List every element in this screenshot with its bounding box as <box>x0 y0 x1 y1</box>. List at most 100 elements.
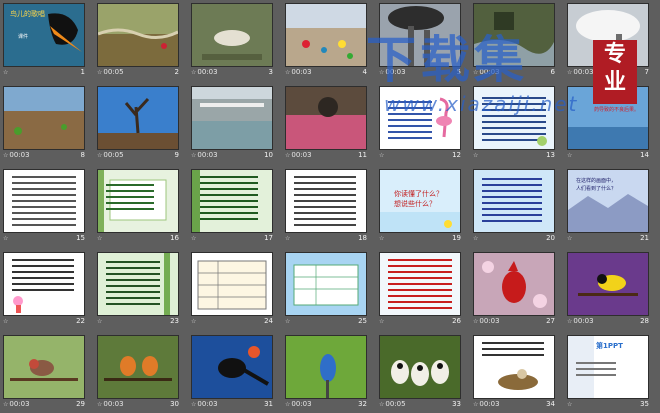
slide-preview-image <box>285 86 367 150</box>
slide-transition-timing: ☆00:03 <box>285 400 312 408</box>
slide-thumbnail[interactable]: ☆ 17 <box>189 167 283 247</box>
slide-transition-timing: ☆00:05 <box>97 151 124 159</box>
slide-transition-timing: ☆ <box>379 151 385 159</box>
slide-timing: 00:03 <box>9 400 30 408</box>
slide-thumbnail[interactable]: ☆00:03 7 <box>565 1 659 81</box>
svg-text:你读懂了什么？: 你读懂了什么？ <box>394 189 443 198</box>
slide-number: 34 <box>546 400 555 408</box>
slide-thumbnail[interactable]: ☆00:05 33 <box>377 333 471 413</box>
slide-preview-image <box>379 86 461 150</box>
slide-thumbnail[interactable]: ☆ 24 <box>189 250 283 330</box>
slide-transition-timing: ☆00:03 <box>285 151 312 159</box>
transition-star-icon: ☆ <box>97 235 103 242</box>
slide-preview-image <box>97 169 179 233</box>
slide-transition-timing: ☆ <box>285 234 291 242</box>
slide-number: 7 <box>644 68 649 76</box>
slide-number: 21 <box>640 234 649 242</box>
slide-thumbnail[interactable]: ☆00:03 32 <box>283 333 377 413</box>
slide-thumbnail[interactable]: ☆00:05 9 <box>95 84 189 164</box>
transition-star-icon: ☆ <box>473 235 479 242</box>
slide-preview-image: 第1PPT <box>567 335 649 399</box>
transition-star-icon: ☆ <box>473 318 479 325</box>
transition-star-icon: ☆ <box>3 152 9 159</box>
transition-star-icon: ☆ <box>285 235 291 242</box>
transition-star-icon: ☆ <box>379 235 385 242</box>
slide-thumbnail[interactable]: ☆00:03 11 <box>283 84 377 164</box>
slide-thumbnail[interactable]: 第1PPT ☆ 35 <box>565 333 659 413</box>
slide-thumbnail[interactable]: ☆ 25 <box>283 250 377 330</box>
slide-number: 20 <box>546 234 555 242</box>
slide-thumbnail[interactable]: ☆ 18 <box>283 167 377 247</box>
slide-number: 8 <box>80 151 85 159</box>
slide-thumbnail[interactable]: ☆ 26 <box>377 250 471 330</box>
slide-timing: 00:03 <box>291 151 312 159</box>
slide-preview-image: 生活中使用农 药导致的不良后果。 <box>567 86 649 150</box>
slide-preview-image <box>191 169 273 233</box>
slide-preview-image: 在这样的画面中， 人们看到了什么？ <box>567 169 649 233</box>
transition-star-icon: ☆ <box>3 401 9 408</box>
slide-transition-timing: ☆ <box>3 68 9 76</box>
slide-thumbnail[interactable]: ☆ 20 <box>471 167 565 247</box>
slide-thumbnail[interactable]: 在这样的画面中， 人们看到了什么？ ☆ 21 <box>565 167 659 247</box>
slide-transition-timing: ☆ <box>379 234 385 242</box>
slide-transition-timing: ☆ <box>567 234 573 242</box>
slide-timing: 00:03 <box>291 400 312 408</box>
slide-transition-timing: ☆00:03 <box>191 68 218 76</box>
slide-timing: 00:05 <box>103 68 124 76</box>
svg-text:生活中使用农: 生活中使用农 <box>594 98 624 105</box>
slide-thumbnail[interactable]: ☆00:05 2 <box>95 1 189 81</box>
slide-thumbnail[interactable]: ☆00:03 6 <box>471 1 565 81</box>
slide-transition-timing: ☆ <box>379 317 385 325</box>
slide-thumbnail[interactable]: ☆ 23 <box>95 250 189 330</box>
slide-number: 23 <box>170 317 179 325</box>
slide-thumbnail[interactable]: ☆00:03 34 <box>471 333 565 413</box>
slide-sorter-grid: 鸟儿的歌唱 课件 ☆ 1 ☆00:05 2 ☆00:03 3 ☆00:03 4 ☆00:03 5 ☆00… <box>0 0 660 410</box>
slide-thumbnail[interactable]: ☆ 12 <box>377 84 471 164</box>
svg-text:药导致的不良后果。: 药导致的不良后果。 <box>594 106 639 113</box>
slide-preview-image <box>285 252 367 316</box>
slide-thumbnail[interactable]: ☆00:03 29 <box>1 333 95 413</box>
slide-thumbnail[interactable]: ☆00:03 10 <box>189 84 283 164</box>
transition-star-icon: ☆ <box>473 69 479 76</box>
slide-thumbnail[interactable]: ☆00:03 4 <box>283 1 377 81</box>
slide-thumbnail[interactable]: ☆00:03 30 <box>95 333 189 413</box>
slide-transition-timing: ☆00:03 <box>379 68 406 76</box>
slide-preview-image: 你读懂了什么？ 想说些什么？ <box>379 169 461 233</box>
slide-transition-timing: ☆00:03 <box>473 68 500 76</box>
slide-thumbnail[interactable]: ☆00:03 31 <box>189 333 283 413</box>
slide-timing: 00:03 <box>103 400 124 408</box>
slide-preview-image <box>191 3 273 67</box>
transition-star-icon: ☆ <box>379 401 385 408</box>
slide-thumbnail[interactable]: 鸟儿的歌唱 课件 ☆ 1 <box>1 1 95 81</box>
slide-thumbnail[interactable]: ☆ 16 <box>95 167 189 247</box>
slide-thumbnail[interactable]: ☆00:03 5 <box>377 1 471 81</box>
slide-preview-image <box>97 252 179 316</box>
svg-text:想说些什么？: 想说些什么？ <box>394 199 436 208</box>
slide-transition-timing: ☆00:03 <box>3 400 30 408</box>
slide-thumbnail[interactable]: ☆00:03 27 <box>471 250 565 330</box>
slide-preview-image <box>285 3 367 67</box>
slide-thumbnail[interactable]: ☆00:03 28 <box>565 250 659 330</box>
slide-thumbnail[interactable]: ☆ 22 <box>1 250 95 330</box>
transition-star-icon: ☆ <box>379 69 385 76</box>
slide-number: 11 <box>358 151 367 159</box>
slide-transition-timing: ☆00:03 <box>473 400 500 408</box>
slide-preview-image <box>97 335 179 399</box>
slide-thumbnail[interactable]: 生活中使用农 药导致的不良后果。 ☆ 14 <box>565 84 659 164</box>
slide-transition-timing: ☆ <box>3 317 9 325</box>
slide-thumbnail[interactable]: 你读懂了什么？ 想说些什么？ ☆ 19 <box>377 167 471 247</box>
transition-star-icon: ☆ <box>567 401 573 408</box>
slide-number: 29 <box>76 400 85 408</box>
slide-number: 5 <box>456 68 461 76</box>
slide-number: 10 <box>264 151 273 159</box>
transition-star-icon: ☆ <box>379 152 385 159</box>
slide-thumbnail[interactable]: ☆ 13 <box>471 84 565 164</box>
slide-transition-timing: ☆ <box>285 317 291 325</box>
slide-thumbnail[interactable]: ☆00:03 8 <box>1 84 95 164</box>
transition-star-icon: ☆ <box>97 69 103 76</box>
slide-thumbnail[interactable]: ☆ 15 <box>1 167 95 247</box>
slide-preview-image <box>285 335 367 399</box>
transition-star-icon: ☆ <box>567 235 573 242</box>
slide-preview-image <box>3 86 85 150</box>
slide-thumbnail[interactable]: ☆00:03 3 <box>189 1 283 81</box>
